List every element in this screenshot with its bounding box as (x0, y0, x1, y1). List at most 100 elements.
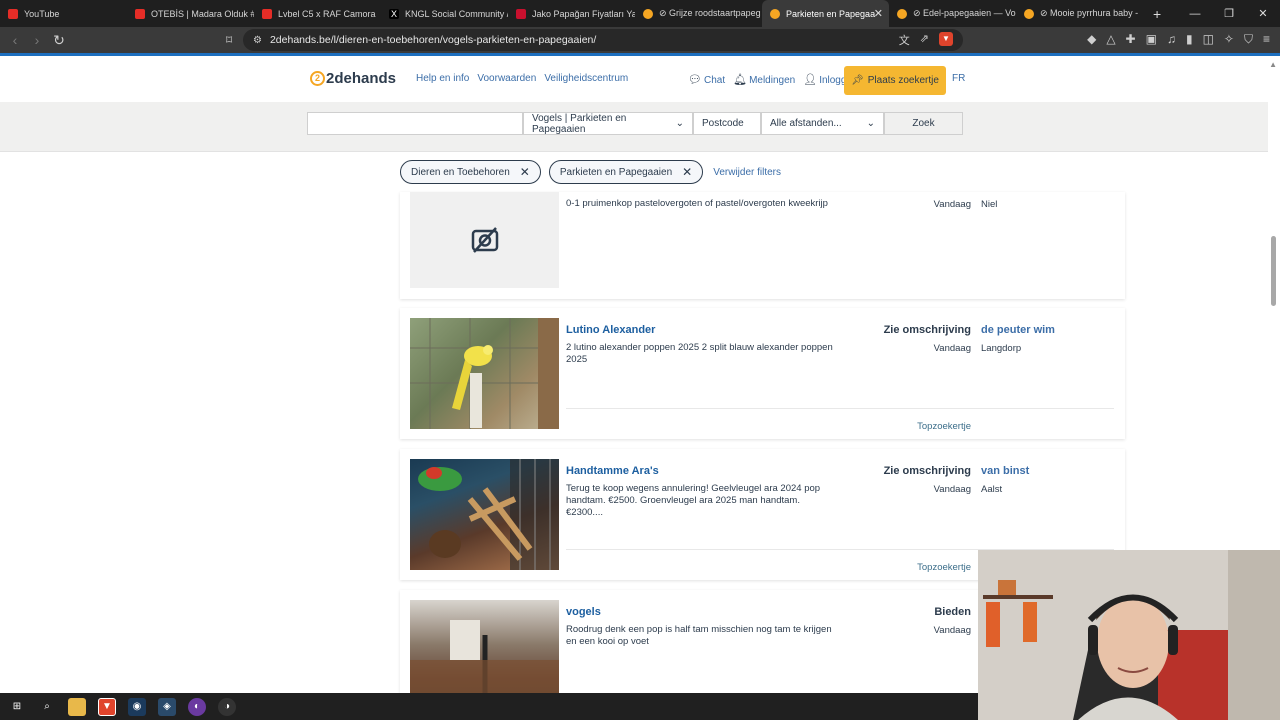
leo-icon[interactable]: ✧ (1224, 32, 1234, 47)
chat-link[interactable]: 💬︎ Chat (688, 73, 725, 86)
clear-filters-link[interactable]: Verwijder filters (713, 167, 781, 178)
menu-icon[interactable]: ≡ (1263, 32, 1270, 47)
parrot-photo-icon (418, 459, 559, 570)
active-filters: Dieren en Toebehoren ✕ Parkieten en Papeg… (400, 160, 781, 184)
browser-toolbar: ‹ › ↻ ⌑ ⚙ 2dehands.be/l/dieren-en-toebeh… (0, 27, 1280, 53)
chat-icon: 💬︎ (688, 74, 702, 86)
extension-icon[interactable]: ◆ (1087, 32, 1096, 47)
top-ad-badge: Topzoekertje (917, 421, 971, 432)
app-icon[interactable]: ◈ (158, 697, 176, 716)
minimize-icon[interactable]: — (1178, 8, 1212, 20)
shield-icon[interactable]: ⛉ (1244, 32, 1253, 47)
2dehands-icon (897, 8, 907, 19)
new-tab-button[interactable]: + (1143, 6, 1171, 22)
sidebar-icon[interactable]: ▮ (1186, 32, 1193, 47)
distance-select[interactable]: Alle afstanden... ⌄ (761, 112, 884, 135)
search-button[interactable]: Zoek (884, 112, 963, 135)
file-explorer-icon[interactable] (68, 697, 86, 716)
listing-title[interactable]: Lutino Alexander (566, 324, 655, 336)
filter-chip[interactable]: Dieren en Toebehoren ✕ (400, 160, 541, 184)
address-bar[interactable]: ⚙ 2dehands.be/l/dieren-en-toebehoren/vog… (243, 29, 963, 51)
user-icon: 👤︎ (803, 74, 818, 86)
tab-youtube[interactable]: YouTube (0, 0, 127, 27)
listing-card[interactable]: 0-1 pruimenkop pastelovergoten of pastel… (400, 192, 1125, 299)
2dehands-icon (770, 8, 780, 19)
site-logo[interactable]: 2 2dehands (310, 70, 396, 87)
site-info-icon[interactable]: ⚙ (253, 35, 262, 46)
listing-price: Bieden (934, 606, 971, 618)
chevron-down-icon: ⌄ (675, 118, 684, 129)
tab-pyrrhura[interactable]: ⊘ Mooie pyrrhura baby - (1016, 0, 1143, 27)
category-select[interactable]: Vogels | Parkieten en Papegaaien ⌄ (523, 112, 693, 135)
listing-date: Vandaag (933, 199, 971, 210)
music-icon[interactable]: ♫ (1167, 32, 1176, 47)
nav-terms[interactable]: Voorwaarden (477, 73, 536, 84)
puzzle-icon[interactable]: ✚ (1126, 32, 1136, 47)
obs-icon[interactable]: ◑ (218, 697, 236, 716)
youtube-icon (8, 8, 18, 19)
2dehands-icon (1024, 8, 1034, 19)
seller-name[interactable]: van binst (981, 465, 1029, 477)
wallet2-icon[interactable]: ◫ (1203, 32, 1214, 47)
listing-title[interactable]: Handtamme Ara's (566, 465, 659, 477)
filter-chip[interactable]: Parkieten en Papegaaien ✕ (548, 160, 704, 184)
notifications-link[interactable]: 🔔︎ Meldingen (733, 73, 795, 86)
logo-mark-icon: 2 (310, 71, 325, 86)
youtube-icon (135, 8, 145, 19)
seller-name[interactable]: de peuter wim (981, 324, 1055, 336)
back-icon[interactable]: ‹ (4, 32, 26, 48)
close-icon[interactable]: ✕ (520, 165, 530, 179)
tab-kngl[interactable]: X KNGL Social Community / (381, 0, 508, 27)
tab-parkieten[interactable]: Parkieten en Papegaa ✕ (762, 0, 889, 27)
place-ad-button[interactable]: 📌︎ Plaats zoekertje (844, 66, 946, 95)
listing-title[interactable]: vogels (566, 606, 601, 618)
tab-jako[interactable]: Jako Papağan Fiyatları Yav (508, 0, 635, 27)
share-icon[interactable]: ⇗ (920, 32, 929, 48)
listing-location: Langdorp (981, 343, 1022, 354)
os-taskbar: ⊞ ⌕ ▼ ◉ ◈ ◐ ◑ (0, 693, 978, 720)
nav-help[interactable]: Help en info (416, 73, 469, 84)
close-tab-icon[interactable]: ✕ (874, 7, 883, 20)
tab-edel[interactable]: ⊘ Edel-papegaaien — Vo (889, 0, 1016, 27)
language-switch[interactable]: FR (952, 73, 965, 84)
search-icon[interactable]: ⌕ (38, 698, 56, 716)
site-header: 2 2dehands Help en info Voorwaarden Veili… (0, 56, 1268, 102)
tab-grijze[interactable]: ⊘ Grijze roodstaartpapeg (635, 0, 762, 27)
youtube-icon (262, 8, 272, 19)
listing-price: Zie omschrijving (883, 324, 971, 336)
scroll-up-icon[interactable]: ▲ (1269, 60, 1277, 69)
tab-otebis[interactable]: OTEBİS | Madara Olduk #b (127, 0, 254, 27)
tab-lvbel[interactable]: Lvbel C5 x RAF Camora (254, 0, 381, 27)
search-input[interactable] (307, 112, 523, 135)
reload-icon[interactable]: ↻ (48, 32, 70, 49)
search-bar: Vogels | Parkieten en Papegaaien ⌄ Postco… (0, 102, 1268, 152)
scrollbar[interactable] (1271, 236, 1276, 306)
steam-icon[interactable]: ◉ (128, 697, 146, 716)
bookmark-icon[interactable]: ⌑ (226, 33, 232, 47)
listing-card[interactable]: Lutino Alexander 2 lutino alexander popp… (400, 308, 1125, 439)
top-ad-badge: Topzoekertje (917, 562, 971, 573)
url-text: 2dehands.be/l/dieren-en-toebehoren/vogel… (269, 34, 597, 46)
listing-date: Vandaag (933, 625, 971, 636)
listing-description: Roodrug denk een pop is half tam misschi… (566, 624, 832, 647)
listing-photo[interactable] (410, 459, 559, 570)
windows-start-icon[interactable]: ⊞ (8, 698, 26, 716)
parrot-photo-icon (410, 318, 559, 429)
translate-icon[interactable]: 文 (899, 32, 910, 48)
nav-safety[interactable]: Veiligheidscentrum (544, 73, 628, 84)
listing-photo[interactable] (410, 318, 559, 429)
restore-icon[interactable]: ❐ (1212, 7, 1246, 20)
postcode-input[interactable]: Postcode (693, 112, 761, 135)
discord-icon[interactable]: ◐ (188, 697, 206, 716)
brave-browser-icon[interactable]: ▼ (98, 697, 116, 716)
close-icon[interactable]: ✕ (682, 165, 692, 179)
close-window-icon[interactable]: ✕ (1246, 7, 1280, 20)
listing-photo[interactable] (410, 600, 559, 693)
forward-icon[interactable]: › (26, 32, 48, 48)
bell-icon: 🔔︎ (733, 74, 748, 86)
vpn-icon[interactable]: △ (1106, 32, 1115, 47)
wallet-icon[interactable]: ▣ (1146, 32, 1157, 47)
brave-shields-icon[interactable]: ▼ (939, 32, 953, 46)
window-controls: — ❐ ✕ (1178, 0, 1280, 27)
extensions-bar: ◆ △ ✚ ▣ ♫ ▮ ◫ ✧ ⛉ ≡ (1087, 32, 1270, 47)
